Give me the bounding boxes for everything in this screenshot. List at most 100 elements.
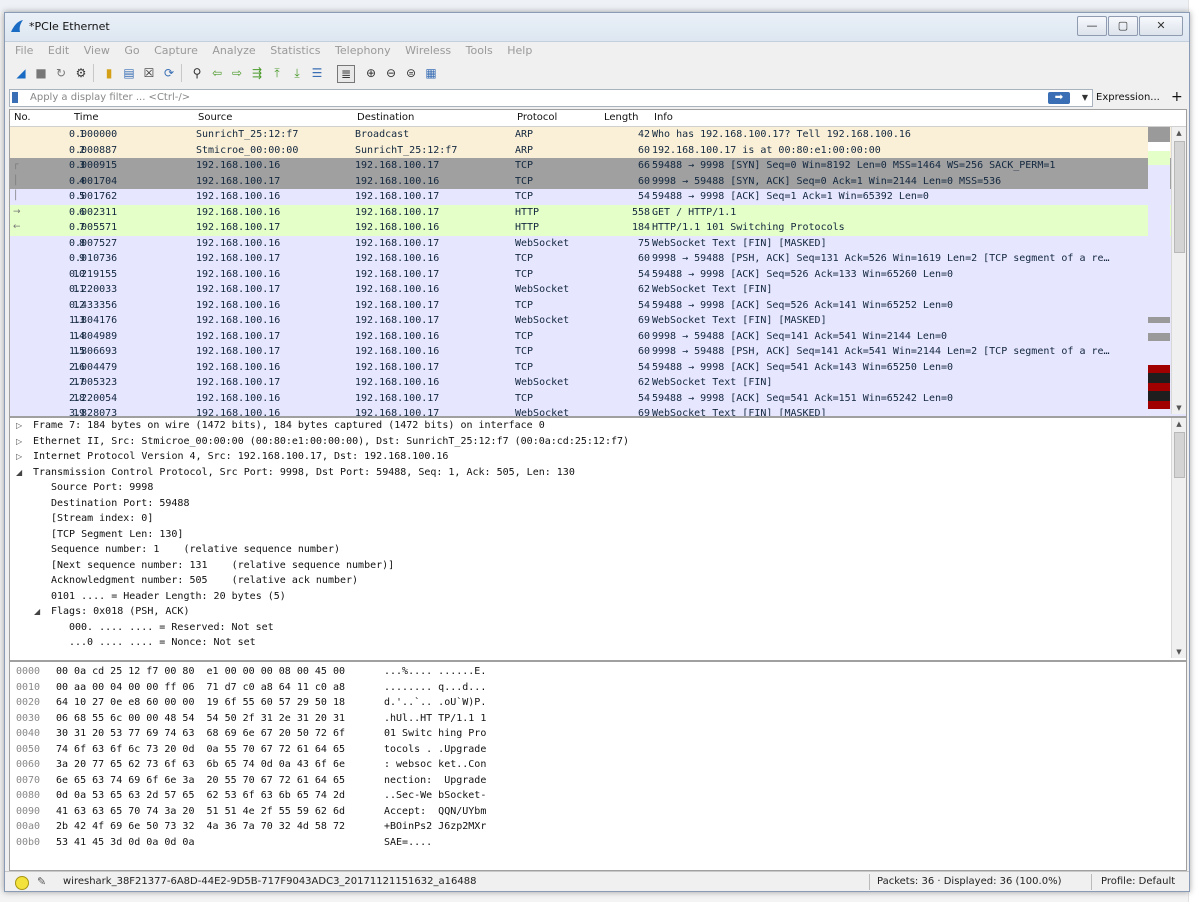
detail-tree-item[interactable]: ▷ Frame 7: 184 bytes on wire (1472 bits),…	[10, 418, 1186, 434]
minimize-button[interactable]: —	[1077, 16, 1107, 36]
detail-tree-item[interactable]: Sequence number: 1 (relative sequence nu…	[10, 542, 1186, 558]
column-header-protocol[interactable]: Protocol	[517, 112, 557, 123]
packet-row[interactable]: │ 5 0.001762 192.168.100.16 192.168.100.17 TC…	[10, 189, 1186, 205]
scroll-down-icon[interactable]: ▼	[1172, 402, 1186, 414]
packet-row[interactable]: 16 2.004479 192.168.100.16 192.168.100.17 TC…	[10, 359, 1186, 375]
packet-row[interactable]: 15 1.806693 192.168.100.17 192.168.100.16 TC…	[10, 344, 1186, 360]
collapse-arrow-icon[interactable]: ◢	[34, 604, 40, 620]
close-button[interactable]: ✕	[1139, 16, 1183, 36]
stop-capture-icon[interactable]: ■	[33, 65, 49, 81]
detail-tree-item[interactable]: [TCP Segment Len: 130]	[10, 527, 1186, 543]
start-capture-fin-icon[interactable]: ◢	[13, 65, 29, 81]
bytes-row[interactable]: 0090 41 63 63 65 70 74 3a 20 51 51 4e 2f …	[10, 804, 1186, 820]
display-filter-input[interactable]: Apply a display filter ... <Ctrl-/> ➡ ▼	[9, 89, 1093, 107]
filter-dropdown-icon[interactable]: ▼	[1082, 90, 1088, 106]
bytes-row[interactable]: 00a0 2b 42 4f 69 6e 50 73 32 4a 36 7a 70 …	[10, 819, 1186, 835]
expert-info-icon[interactable]	[15, 876, 29, 890]
menu-view[interactable]: View	[84, 42, 110, 60]
expand-arrow-icon[interactable]: ▷	[16, 434, 22, 450]
detail-tree-item[interactable]: ▷ Internet Protocol Version 4, Src: 192.1…	[10, 449, 1186, 465]
bytes-row[interactable]: 0030 06 68 55 6c 00 00 48 54 54 50 2f 31 …	[10, 711, 1186, 727]
detail-tree-item[interactable]: [Stream index: 0]	[10, 511, 1186, 527]
autoscroll-icon[interactable]: ☰	[309, 65, 325, 81]
detail-tree-item[interactable]: Source Port: 9998	[10, 480, 1186, 496]
bytes-row[interactable]: 0020 64 10 27 0e e8 60 00 00 19 6f 55 60 …	[10, 695, 1186, 711]
bytes-row[interactable]: 0070 6e 65 63 74 69 6f 6e 3a 20 55 70 67 …	[10, 773, 1186, 789]
menu-tools[interactable]: Tools	[466, 42, 493, 60]
bytes-row[interactable]: 0040 30 31 20 53 77 69 74 63 68 69 6e 67 …	[10, 726, 1186, 742]
column-header-length[interactable]: Length	[604, 112, 639, 123]
collapse-arrow-icon[interactable]: ◢	[16, 465, 22, 481]
scroll-down-icon[interactable]: ▼	[1172, 646, 1186, 658]
capture-comment-icon[interactable]: ✎	[37, 875, 46, 888]
column-header-info[interactable]: Info	[654, 112, 673, 123]
zoom-out-icon[interactable]: ⊖	[383, 65, 399, 81]
scrollbar-thumb[interactable]	[1174, 432, 1185, 478]
bytes-row[interactable]: 0060 3a 20 77 65 62 73 6f 63 6b 65 74 0d …	[10, 757, 1186, 773]
bytes-row[interactable]: 0000 00 0a cd 25 12 f7 00 80 e1 00 00 00 …	[10, 664, 1186, 680]
bytes-row[interactable]: 0050 74 6f 63 6f 6c 73 20 0d 0a 55 70 67 …	[10, 742, 1186, 758]
bytes-row[interactable]: 0010 00 aa 00 04 00 00 ff 06 71 d7 c0 a8 …	[10, 680, 1186, 696]
bytes-row[interactable]: 00b0 53 41 45 3d 0d 0a 0d 0a SAE=....	[10, 835, 1186, 851]
maximize-button[interactable]: ▢	[1108, 16, 1138, 36]
packet-row[interactable]: 9 0.010736 192.168.100.17 192.168.100.16 TCP…	[10, 251, 1186, 267]
menu-help[interactable]: Help	[507, 42, 532, 60]
detail-tree-item[interactable]: ...0 .... .... = Nonce: Not set	[10, 635, 1186, 651]
menu-statistics[interactable]: Statistics	[270, 42, 320, 60]
packet-row[interactable]: ← 7 0.005571 192.168.100.17 192.168.100.16 HT…	[10, 220, 1186, 236]
add-filter-button[interactable]: +	[1171, 88, 1183, 106]
bookmark-icon[interactable]	[12, 92, 18, 103]
zoom-in-icon[interactable]: ⊕	[363, 65, 379, 81]
find-packet-icon[interactable]: ⚲	[189, 65, 205, 81]
packet-row[interactable]: 13 1.804176 192.168.100.16 192.168.100.17 We…	[10, 313, 1186, 329]
menu-telephony[interactable]: Telephony	[335, 42, 391, 60]
reload-file-icon[interactable]: ⟳	[161, 65, 177, 81]
column-header-source[interactable]: Source	[198, 112, 232, 123]
apply-filter-arrow-icon[interactable]: ➡	[1048, 92, 1070, 104]
packet-row[interactable]: 19 3.828073 192.168.100.16 192.168.100.17 We…	[10, 406, 1186, 416]
column-header-no[interactable]: No.	[14, 112, 31, 123]
packet-row[interactable]: 14 1.804989 192.168.100.17 192.168.100.16 TC…	[10, 328, 1186, 344]
packet-row[interactable]: 11 0.220033 192.168.100.17 192.168.100.16 We…	[10, 282, 1186, 298]
menu-file[interactable]: File	[15, 42, 33, 60]
packet-row[interactable]: ┌ 3 0.000915 192.168.100.16 192.168.100.17 TC…	[10, 158, 1186, 174]
details-scrollbar[interactable]: ▲ ▼	[1171, 418, 1186, 658]
menu-analyze[interactable]: Analyze	[212, 42, 255, 60]
open-file-icon[interactable]: ▮	[101, 65, 117, 81]
first-packet-icon[interactable]: ⤒	[269, 65, 285, 81]
packet-row[interactable]: 12 0.433356 192.168.100.16 192.168.100.17 TC…	[10, 297, 1186, 313]
detail-tree-item[interactable]: 0101 .... = Header Length: 20 bytes (5)	[10, 589, 1186, 605]
close-file-icon[interactable]: ☒	[141, 65, 157, 81]
packet-row[interactable]: 2 0.000887 Stmicroe_00:00:00 SunrichT_25:12…	[10, 142, 1186, 158]
scrollbar-thumb[interactable]	[1174, 141, 1185, 253]
column-header-time[interactable]: Time	[74, 112, 98, 123]
scroll-up-icon[interactable]: ▲	[1172, 127, 1186, 139]
expression-button[interactable]: Expression...	[1096, 89, 1160, 107]
resize-columns-icon[interactable]: ▦	[423, 65, 439, 81]
packet-row[interactable]: 1 0.000000 SunrichT_25:12:f7 Broadcast ARP 42…	[10, 127, 1186, 143]
packet-row[interactable]: 18 2.220054 192.168.100.16 192.168.100.17 TC…	[10, 390, 1186, 406]
menu-capture[interactable]: Capture	[154, 42, 198, 60]
colorize-icon[interactable]: ≣	[337, 65, 355, 83]
detail-tree-item[interactable]: ◢ Transmission Control Protocol, Src Port…	[10, 465, 1186, 481]
restart-capture-icon[interactable]: ↻	[53, 65, 69, 81]
bytes-row[interactable]: 0080 0d 0a 53 65 63 2d 57 65 62 53 6f 63 …	[10, 788, 1186, 804]
column-header-destination[interactable]: Destination	[357, 112, 414, 123]
zoom-reset-icon[interactable]: ⊜	[403, 65, 419, 81]
packet-row[interactable]: │ 4 0.001704 192.168.100.17 192.168.100.16 TC…	[10, 173, 1186, 189]
packet-list-scrollbar[interactable]: ▲ ▼	[1171, 127, 1186, 414]
detail-tree-item[interactable]: Destination Port: 59488	[10, 496, 1186, 512]
profile-indicator[interactable]: Profile: Default	[1101, 876, 1175, 887]
save-file-icon[interactable]: ▤	[121, 65, 137, 81]
last-packet-icon[interactable]: ⤓	[289, 65, 305, 81]
go-back-icon[interactable]: ⇦	[209, 65, 225, 81]
capture-options-gear-icon[interactable]: ⚙	[73, 65, 89, 81]
packet-row[interactable]: 10 0.219155 192.168.100.16 192.168.100.17 TC…	[10, 266, 1186, 282]
packet-row[interactable]: 17 2.005323 192.168.100.17 192.168.100.16 We…	[10, 375, 1186, 391]
detail-tree-item[interactable]: Acknowledgment number: 505 (relative ack…	[10, 573, 1186, 589]
go-to-packet-icon[interactable]: ⇶	[249, 65, 265, 81]
detail-tree-item[interactable]: ▷ Ethernet II, Src: Stmicroe_00:00:00 (00…	[10, 434, 1186, 450]
detail-tree-item[interactable]: ◢ Flags: 0x018 (PSH, ACK)	[10, 604, 1186, 620]
menu-wireless[interactable]: Wireless	[405, 42, 451, 60]
detail-tree-item[interactable]: 000. .... .... = Reserved: Not set	[10, 620, 1186, 636]
